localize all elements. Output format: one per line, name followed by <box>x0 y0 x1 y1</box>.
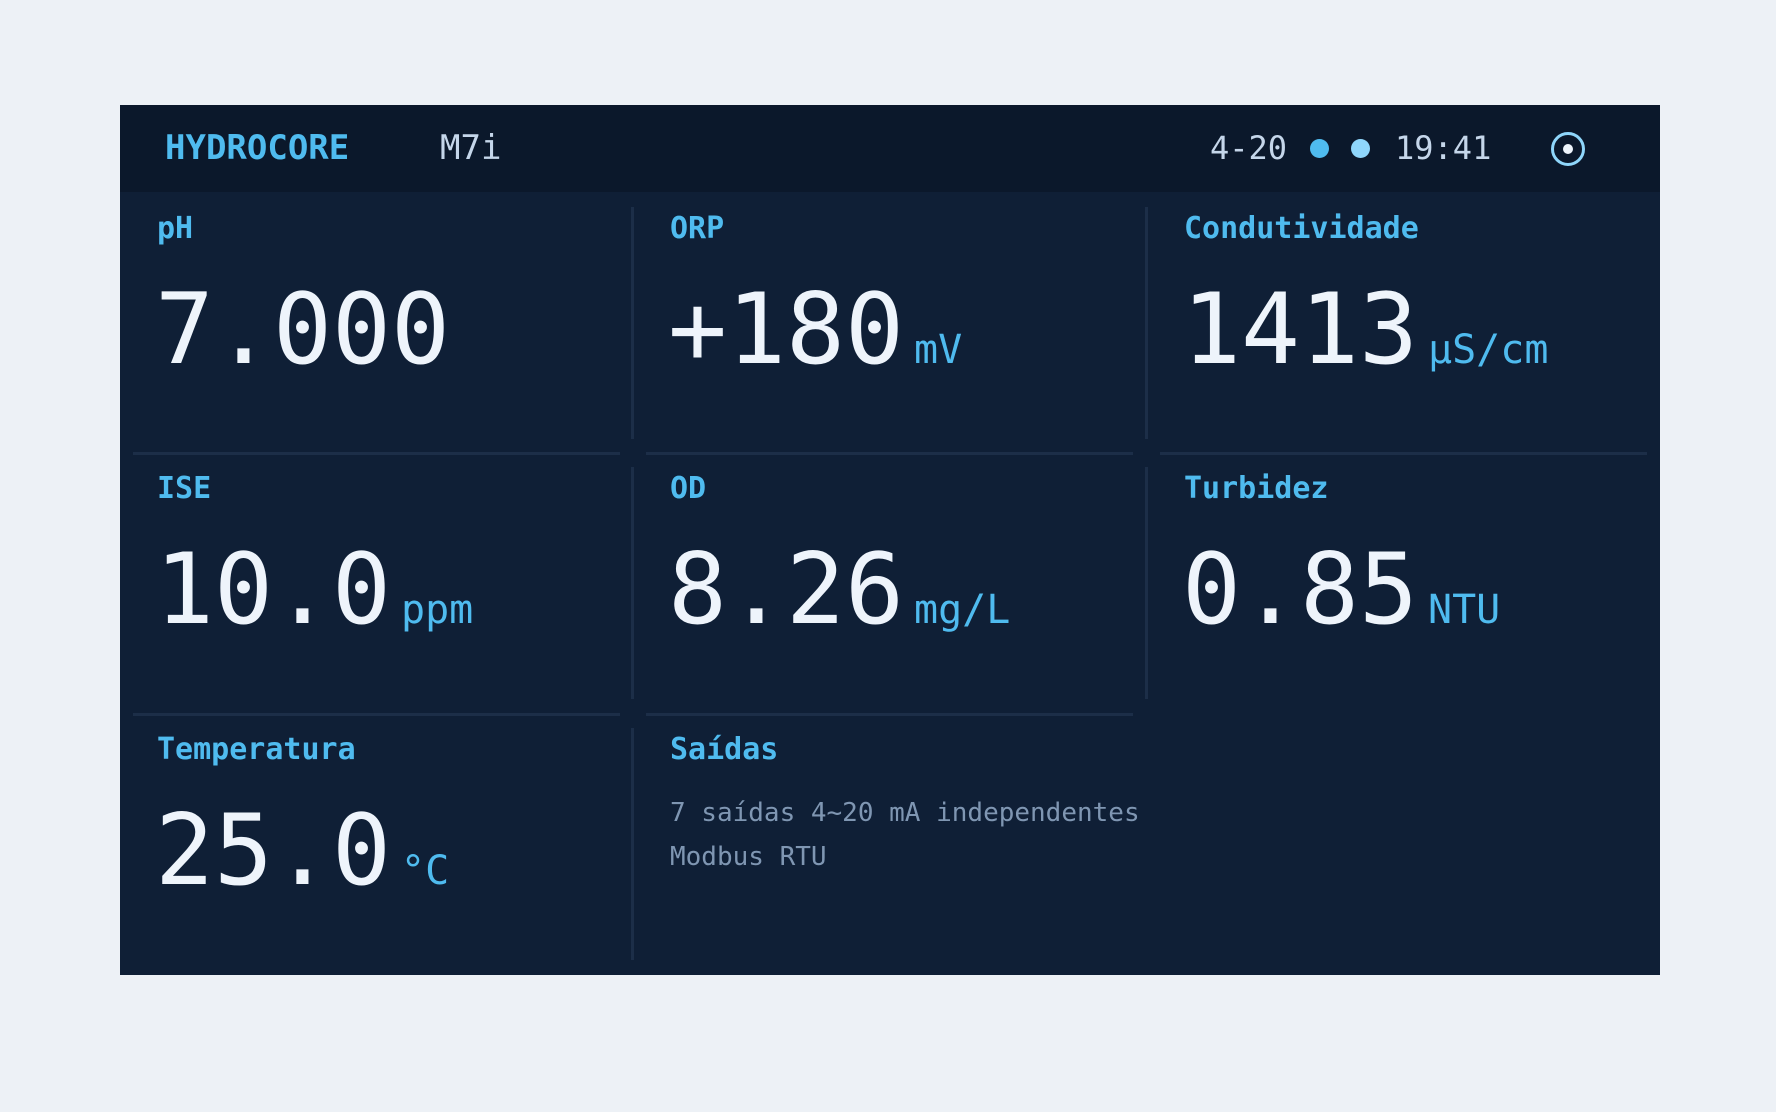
tile-label: Saídas <box>670 732 779 767</box>
tile-conductivity: Condutividade 1413 µS/cm <box>1160 195 1647 427</box>
top-bar: HYDROCORE M7i 4-20 19:41 <box>120 105 1660 192</box>
tile-od: OD 8.26 mg/L <box>646 455 1133 687</box>
tile-turbidity: Turbidez 0.85 NTU <box>1160 455 1647 687</box>
column-divider <box>631 467 634 699</box>
tile-label: pH <box>157 211 194 246</box>
tile-reading: 7.000 <box>155 275 460 385</box>
tile-reading: 1413 µS/cm <box>1182 275 1548 385</box>
tile-outputs: Saídas 7 saídas 4~20 mA independentes Mo… <box>646 716 1140 948</box>
loop-indicator: 4-20 <box>1210 129 1288 167</box>
row-divider <box>133 452 620 455</box>
column-divider <box>631 728 634 960</box>
status-dot-1 <box>1310 139 1329 158</box>
row-divider <box>646 452 1133 455</box>
clock: 19:41 <box>1395 129 1492 167</box>
tile-label: ORP <box>670 211 725 246</box>
tile-label: ISE <box>157 471 212 506</box>
tile-reading: +180 mV <box>668 275 962 385</box>
tile-ph: pH 7.000 <box>133 195 620 427</box>
row-divider <box>646 713 1133 716</box>
column-divider <box>631 207 634 439</box>
tile-ise: ISE 10.0 ppm <box>133 455 620 687</box>
tile-label: Turbidez <box>1184 471 1329 506</box>
tile-value: 7.000 <box>155 273 451 387</box>
tile-label: OD <box>670 471 707 506</box>
tile-temperature: Temperatura 25.0 °C <box>133 716 620 948</box>
tile-unit: °C <box>401 848 450 894</box>
tile-unit: mg/L <box>914 587 1011 633</box>
tile-value: 25.0 <box>155 794 392 908</box>
tile-value: 0.85 <box>1182 533 1419 647</box>
row-divider <box>133 713 620 716</box>
tile-orp: ORP +180 mV <box>646 195 1133 427</box>
row-divider <box>1160 452 1647 455</box>
target-icon[interactable] <box>1550 131 1586 167</box>
tile-unit: mV <box>914 327 963 373</box>
brand-name: HYDROCORE <box>165 128 350 168</box>
tile-reading: 10.0 ppm <box>155 535 473 645</box>
status-dot-2 <box>1351 139 1370 158</box>
model-name: M7i <box>440 128 502 168</box>
tile-value: 8.26 <box>668 533 905 647</box>
outputs-line: 7 saídas 4~20 mA independentes <box>670 798 1140 828</box>
outputs-line: Modbus RTU <box>670 842 827 872</box>
tile-unit: NTU <box>1428 587 1501 633</box>
tile-value: +180 <box>668 273 905 387</box>
tile-unit: ppm <box>401 587 474 633</box>
tile-reading: 25.0 °C <box>155 796 449 906</box>
tile-label: Condutividade <box>1184 211 1419 246</box>
tile-value: 10.0 <box>155 533 392 647</box>
tile-label: Temperatura <box>157 732 356 767</box>
tile-reading: 8.26 mg/L <box>668 535 1010 645</box>
analyzer-display: HYDROCORE M7i 4-20 19:41 pH 7.000 ORP +1… <box>120 105 1660 975</box>
tile-value: 1413 <box>1182 273 1419 387</box>
column-divider <box>1145 207 1148 439</box>
column-divider <box>1145 467 1148 699</box>
tile-unit: µS/cm <box>1428 327 1549 373</box>
tile-reading: 0.85 NTU <box>1182 535 1500 645</box>
